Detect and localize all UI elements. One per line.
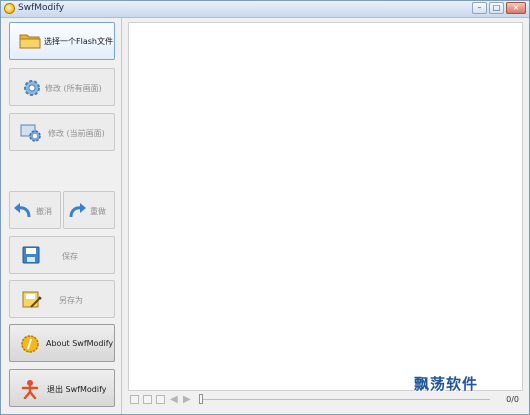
- save-button[interactable]: 保存: [9, 236, 115, 274]
- open-flash-file-label: 选择一个Flash文件: [44, 37, 113, 46]
- sidebar: 选择一个Flash文件 修改 (所有画面) 修改 (当前画面) 撤消 重做 保存…: [1, 18, 122, 414]
- next-frame-icon[interactable]: ▶: [183, 395, 191, 405]
- frame-counter: 0/0: [506, 395, 519, 404]
- maximize-button[interactable]: □: [489, 2, 504, 14]
- stop-icon[interactable]: [156, 395, 165, 404]
- window-title: SwfModify: [18, 3, 65, 13]
- play-icon[interactable]: [143, 395, 152, 404]
- about-info-icon: [21, 335, 39, 353]
- modify-all-frames-label: 修改 (所有画面): [45, 84, 102, 93]
- folder-icon: [19, 34, 41, 49]
- minimize-button[interactable]: –: [472, 2, 487, 14]
- first-frame-icon[interactable]: [130, 395, 139, 404]
- undo-button[interactable]: 撤消: [9, 191, 61, 229]
- floppy-disk-icon: [22, 246, 40, 264]
- undo-icon: [14, 203, 31, 218]
- save-label: 保存: [62, 252, 78, 261]
- title-bar[interactable]: SwfModify – □ ×: [1, 1, 529, 18]
- redo-label: 重做: [90, 207, 106, 216]
- modify-current-frame-button[interactable]: 修改 (当前画面): [9, 113, 115, 151]
- app-icon: [4, 3, 15, 14]
- undo-label: 撤消: [36, 207, 52, 216]
- save-as-icon: [22, 291, 42, 308]
- app-window: SwfModify – □ × 选择一个Flash文件 修改 (所有画面) 修改…: [0, 0, 530, 415]
- previous-frame-icon[interactable]: ◀: [170, 395, 178, 405]
- redo-icon: [69, 203, 86, 218]
- gear-icon: [24, 80, 40, 96]
- about-button[interactable]: About SwfModify: [9, 324, 115, 362]
- exit-person-icon: [21, 380, 39, 399]
- flash-preview-area[interactable]: [128, 22, 523, 391]
- about-label: About SwfModify: [46, 339, 114, 348]
- timeline-slider-thumb[interactable]: [199, 394, 203, 404]
- screen-gear-icon: [20, 124, 41, 142]
- watermark-logo: 飘荡软件: [414, 375, 479, 393]
- save-as-label: 另存为: [59, 296, 83, 305]
- timeline-track[interactable]: [200, 399, 490, 400]
- open-flash-file-button[interactable]: 选择一个Flash文件: [9, 22, 115, 60]
- redo-button[interactable]: 重做: [63, 191, 115, 229]
- playback-toolbar: ◀ ▶ 0/0: [128, 392, 523, 410]
- save-as-button[interactable]: 另存为: [9, 280, 115, 318]
- modify-current-frame-label: 修改 (当前画面): [48, 129, 105, 138]
- exit-label: 退出 SwfModify: [47, 385, 107, 394]
- close-button[interactable]: ×: [506, 2, 526, 14]
- modify-all-frames-button[interactable]: 修改 (所有画面): [9, 68, 115, 106]
- exit-button[interactable]: 退出 SwfModify: [9, 369, 115, 407]
